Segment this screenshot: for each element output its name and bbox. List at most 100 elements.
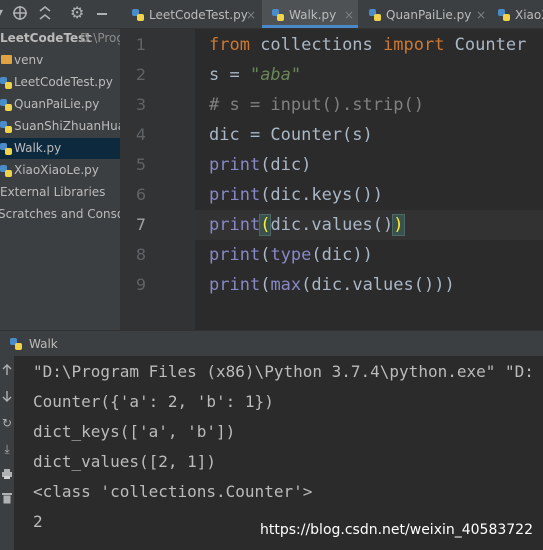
run-console-output[interactable]: "D:\Program Files (x86)\Python 3.7.4\pyt… <box>14 356 543 550</box>
watermark-url: https://blog.csdn.net/weixin_40583722 <box>259 522 533 538</box>
run-side-toolbar: ↻ ⤓ <box>0 356 14 550</box>
matched-bracket: ( <box>259 214 272 236</box>
builtin: type <box>270 245 312 265</box>
project-root-path: D:\Prog <box>80 31 120 45</box>
tree-item-label: LeetCodeTest.py <box>14 75 113 89</box>
code-line-6[interactable]: print(dic.keys()) <box>209 185 383 205</box>
gear-icon[interactable]: ⚙ <box>70 5 84 21</box>
run-config-name[interactable]: Walk <box>29 331 58 357</box>
python-run-icon <box>10 338 22 350</box>
string-literal: "aba" <box>249 65 302 85</box>
crosshair-icon[interactable] <box>12 5 28 25</box>
line-number: 6 <box>135 185 146 204</box>
tab-label: Walk.py <box>289 8 337 22</box>
code-line-2[interactable]: s = "aba" <box>209 65 301 85</box>
tree-item-venv[interactable]: venv <box>0 50 120 71</box>
code-text: (dic) <box>260 155 312 175</box>
close-icon[interactable]: × <box>476 0 486 28</box>
line-number-current: 7 <box>135 215 146 234</box>
tab-label: QuanPaiLie.py <box>386 8 472 22</box>
code-text: collections <box>249 35 384 55</box>
console-line: <class 'collections.Counter'> <box>33 482 313 501</box>
line-number: 9 <box>135 275 146 294</box>
code-text: (dic.values())) <box>301 275 455 295</box>
tab-quanpailie[interactable]: QuanPaiLie.py × <box>360 0 490 28</box>
line-number: 4 <box>135 125 146 144</box>
tree-item-label: External Libraries <box>0 185 106 199</box>
project-toolbar: ▾ ⚙ <box>0 0 120 29</box>
python-file-icon <box>0 143 12 155</box>
line-number: 5 <box>135 155 146 174</box>
trash-icon[interactable] <box>1 492 13 507</box>
editor-gutter: 1 2 3 4 5 6 7 8 9 <box>120 29 195 330</box>
python-file-icon <box>498 9 510 21</box>
console-line: Counter({'a': 2, 'b': 1}) <box>33 392 274 411</box>
tab-label: XiaoX <box>515 8 543 22</box>
builtin: print <box>209 185 261 205</box>
down-arrow-icon[interactable] <box>1 390 13 405</box>
python-file-icon <box>0 77 12 89</box>
tree-item-scratches[interactable]: Scratches and Consoles <box>0 204 120 225</box>
folder-icon <box>1 55 12 64</box>
line-number: 8 <box>135 245 146 264</box>
code-text: (dic)) <box>311 245 373 265</box>
close-icon[interactable]: × <box>344 0 354 28</box>
tree-item-label: Scratches and Consoles <box>0 207 120 221</box>
tree-item-walk[interactable]: Walk.py <box>0 138 120 159</box>
builtin: print <box>209 155 261 175</box>
python-file-icon <box>0 99 12 111</box>
code-line-7[interactable]: print(dic.values()) <box>209 214 405 236</box>
tree-item-label: QuanPaiLie.py <box>14 97 100 111</box>
project-tool-window: ▾ ⚙ LeetCodeTest D:\Prog venv LeetCodeTe… <box>0 0 120 330</box>
tab-leetcodetest[interactable]: LeetCodeTest.py × <box>120 0 260 28</box>
code-line-5[interactable]: print(dic) <box>209 155 311 175</box>
code-text: ( <box>260 245 271 265</box>
rerun-icon[interactable]: ↻ <box>1 416 13 430</box>
console-line: 2 <box>33 512 43 531</box>
code-line-8[interactable]: print(type(dic)) <box>209 245 373 265</box>
python-file-icon <box>0 121 12 133</box>
code-line-3[interactable]: # s = input().strip() <box>209 95 424 115</box>
tree-item-leetcodetest[interactable]: LeetCodeTest.py <box>0 72 120 93</box>
code-text: s = <box>209 65 250 85</box>
code-line-9[interactable]: print(max(dic.values())) <box>209 275 455 295</box>
console-line: dict_values([2, 1]) <box>33 452 217 471</box>
python-file-icon <box>272 9 284 21</box>
tree-item-quanpailie[interactable]: QuanPaiLie.py <box>0 94 120 115</box>
tree-item-xiaoxiaole[interactable]: XiaoXiaoLe.py <box>0 160 120 181</box>
tree-item-label: SuanShiZhuanHua <box>14 119 120 133</box>
keyword: from <box>209 35 250 55</box>
minimize-icon[interactable] <box>96 5 108 25</box>
tab-walk[interactable]: Walk.py × <box>262 0 358 28</box>
project-root-name: LeetCodeTest <box>0 31 92 45</box>
close-icon[interactable]: × <box>246 0 256 28</box>
code-text: (dic.keys()) <box>260 185 384 205</box>
line-number: 2 <box>135 65 146 84</box>
dropdown-icon[interactable]: ▾ <box>0 5 3 21</box>
tree-item-external-libraries[interactable]: External Libraries <box>0 182 120 203</box>
tab-xiaoxiaole[interactable]: XiaoX <box>492 0 543 28</box>
tree-item-label: venv <box>14 53 44 67</box>
print-icon[interactable] <box>1 468 13 483</box>
code-line-4[interactable]: dic = Counter(s) <box>209 125 373 145</box>
line-number: 1 <box>135 35 146 54</box>
project-root[interactable]: LeetCodeTest D:\Prog <box>0 28 120 49</box>
code-editor[interactable]: from collections import Counter s = "aba… <box>195 29 543 330</box>
code-text: Counter <box>444 35 527 55</box>
code-text: dic = Counter(s) <box>209 125 373 145</box>
console-line: "D:\Program Files (x86)\Python 3.7.4\pyt… <box>33 362 534 381</box>
collapse-all-icon[interactable] <box>38 5 52 25</box>
python-file-icon <box>369 9 381 21</box>
builtin: print <box>209 275 261 295</box>
scroll-to-end-icon[interactable]: ⤓ <box>1 442 13 456</box>
python-file-icon <box>132 9 144 21</box>
tree-item-suanshizhuanhua[interactable]: SuanShiZhuanHua <box>0 116 120 137</box>
editor-tab-bar: LeetCodeTest.py × Walk.py × QuanPaiLie.p… <box>120 0 543 29</box>
tree-item-label: XiaoXiaoLe.py <box>14 163 99 177</box>
builtin: print <box>209 215 261 235</box>
code-line-1[interactable]: from collections import Counter <box>209 35 526 55</box>
builtin: print <box>209 245 261 265</box>
matched-bracket: ) <box>392 214 405 236</box>
comment: # s = input().strip() <box>209 95 424 115</box>
up-arrow-icon[interactable] <box>1 364 13 379</box>
